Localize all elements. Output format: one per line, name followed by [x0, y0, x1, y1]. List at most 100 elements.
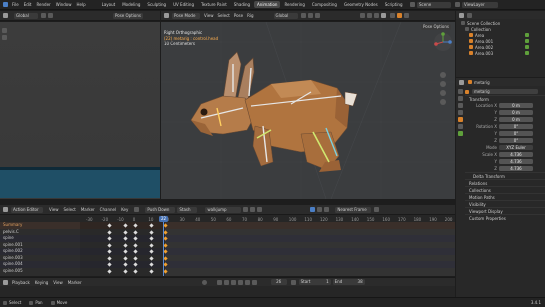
push-down-button[interactable]: Push Down — [145, 206, 176, 213]
tab-geometry-nodes[interactable]: Geometry Nodes — [341, 1, 381, 8]
menu-edit[interactable]: Edit — [24, 2, 32, 7]
properties-editor-icon[interactable] — [459, 79, 464, 85]
keyframe[interactable] — [163, 229, 168, 235]
proportional-icon[interactable] — [374, 207, 380, 212]
location-y-field[interactable]: 0 m — [499, 109, 533, 116]
editor-mode-dropdown[interactable]: Action Editor — [11, 206, 43, 213]
outliner-area-002[interactable]: Area.002 — [475, 45, 501, 50]
viewport-display-section[interactable]: Viewport Display — [465, 207, 545, 214]
preview-range-icon[interactable] — [290, 279, 296, 285]
zoom-icon[interactable] — [440, 72, 446, 78]
main-viewport[interactable]: Right Orthographic (22) metarig : contro… — [161, 22, 455, 199]
shading-solid-icon[interactable] — [389, 13, 395, 18]
main-orientation-dropdown[interactable]: Global — [273, 12, 298, 19]
scale-z-field[interactable]: 4.736 — [499, 165, 533, 172]
armature-data-tab-icon[interactable] — [457, 131, 463, 136]
rotation-mode-dropdown[interactable]: XYZ Euler — [499, 144, 533, 151]
tool-tab-icon[interactable] — [457, 89, 463, 94]
timeline-area[interactable] — [0, 286, 455, 297]
ds-menu-marker[interactable]: Marker — [81, 207, 95, 212]
filter-icon[interactable] — [467, 12, 472, 18]
only-selected-icon[interactable] — [310, 207, 316, 212]
stash-button[interactable]: Stash — [177, 206, 198, 213]
current-frame-field[interactable]: 26 — [270, 279, 287, 285]
outliner-area-001[interactable]: Area.001 — [475, 39, 501, 44]
custom-properties-section[interactable]: Custom Properties — [465, 214, 545, 221]
fake-user-icon[interactable] — [243, 207, 249, 212]
keyframe[interactable] — [163, 268, 168, 274]
tab-shading[interactable]: Shading — [231, 1, 253, 8]
view-layer-selector[interactable]: ViewLayer — [462, 1, 498, 8]
filter-funnel-icon[interactable] — [324, 207, 330, 212]
dopesheet-editor-icon[interactable] — [3, 207, 8, 212]
eye-icon[interactable] — [525, 39, 529, 43]
tl-menu-playback[interactable]: Playback — [12, 280, 30, 285]
record-icon[interactable] — [201, 279, 207, 285]
outliner-area-003[interactable]: Area.003 — [475, 51, 501, 56]
menu-select[interactable]: Select — [218, 13, 230, 18]
overlay-icon[interactable] — [373, 13, 379, 18]
navigation-gizmo[interactable] — [433, 32, 453, 52]
tab-modeling[interactable]: Modeling — [119, 1, 143, 8]
relations-section[interactable]: Relations — [465, 179, 545, 186]
transform-section[interactable]: Transform — [465, 95, 545, 102]
ds-menu-channel[interactable]: Channel — [100, 207, 116, 212]
rotation-x-field[interactable]: 0° — [499, 123, 533, 130]
camera-view-icon[interactable] — [440, 90, 446, 96]
object-name-field[interactable]: metarig — [472, 88, 538, 95]
main-editor-type-icon[interactable] — [164, 13, 169, 18]
tl-menu-marker[interactable]: Marker — [68, 280, 82, 285]
unlink-action-icon[interactable] — [257, 207, 263, 212]
location-x-field[interactable]: 0 m — [499, 102, 533, 109]
object-tab-icon[interactable] — [457, 117, 463, 122]
menu-render[interactable]: Render — [36, 2, 50, 7]
eye-icon[interactable] — [525, 33, 529, 37]
tab-rendering[interactable]: Rendering — [281, 1, 307, 8]
outliner-scene-collection[interactable]: Scene Collection — [467, 21, 500, 26]
menu-help[interactable]: Help — [76, 2, 85, 7]
play-icon[interactable] — [237, 279, 243, 285]
menu-rig[interactable]: Rig — [247, 13, 253, 18]
play-reverse-icon[interactable] — [230, 279, 236, 285]
scene-tab-icon[interactable] — [457, 110, 463, 115]
menu-window[interactable]: Window — [56, 2, 72, 7]
motion-paths-section[interactable]: Motion Paths — [465, 193, 545, 200]
snapping-icon[interactable] — [307, 13, 313, 18]
timeline-editor-icon[interactable] — [3, 279, 8, 285]
tab-compositing[interactable]: Compositing — [309, 1, 340, 8]
tab-animation[interactable]: Animation — [254, 1, 281, 8]
tab-texture-paint[interactable]: Texture Paint — [198, 1, 230, 8]
pivot-icon[interactable] — [41, 13, 46, 18]
ortho-toggle-icon[interactable] — [440, 99, 446, 105]
end-frame-field[interactable]: End 38 — [332, 279, 365, 285]
menu-pose[interactable]: Pose — [234, 13, 243, 18]
tab-uv-editing[interactable]: UV Editing — [170, 1, 197, 8]
show-hidden-icon[interactable] — [317, 207, 323, 212]
scene-selector[interactable]: Scene — [417, 1, 451, 8]
shading-rendered-icon[interactable] — [403, 13, 409, 18]
blender-logo-icon[interactable] — [3, 2, 8, 7]
ds-menu-select[interactable]: Select — [64, 207, 76, 212]
dopesheet-keyframes[interactable] — [80, 215, 455, 276]
pivot-point-icon[interactable] — [300, 13, 306, 18]
tab-scripting[interactable]: Scripting — [382, 1, 406, 8]
rotation-y-field[interactable]: 0° — [499, 130, 533, 137]
eye-icon[interactable] — [525, 45, 529, 49]
ds-menu-view[interactable]: View — [49, 207, 59, 212]
proportional-edit-icon[interactable] — [314, 13, 320, 18]
interpolation-icon[interactable] — [134, 207, 140, 212]
render-tab-icon[interactable] — [457, 96, 463, 101]
eye-icon[interactable] — [525, 51, 529, 55]
delta-transform-section[interactable]: Delta Transform — [465, 172, 545, 179]
jump-start-icon[interactable] — [216, 279, 222, 285]
output-tab-icon[interactable] — [457, 103, 463, 108]
mode-dropdown[interactable]: Pose Mode — [172, 12, 200, 19]
keyframe[interactable] — [163, 242, 168, 248]
gizmo-icon[interactable] — [366, 13, 372, 18]
rotation-z-field[interactable]: 0° — [499, 137, 533, 144]
menu-view[interactable]: View — [204, 13, 214, 18]
ds-menu-key[interactable]: Key — [121, 207, 128, 212]
current-frame-indicator[interactable]: 22 — [159, 215, 169, 222]
tl-menu-view[interactable]: View — [53, 280, 63, 285]
scale-x-field[interactable]: 4.736 — [499, 151, 533, 158]
